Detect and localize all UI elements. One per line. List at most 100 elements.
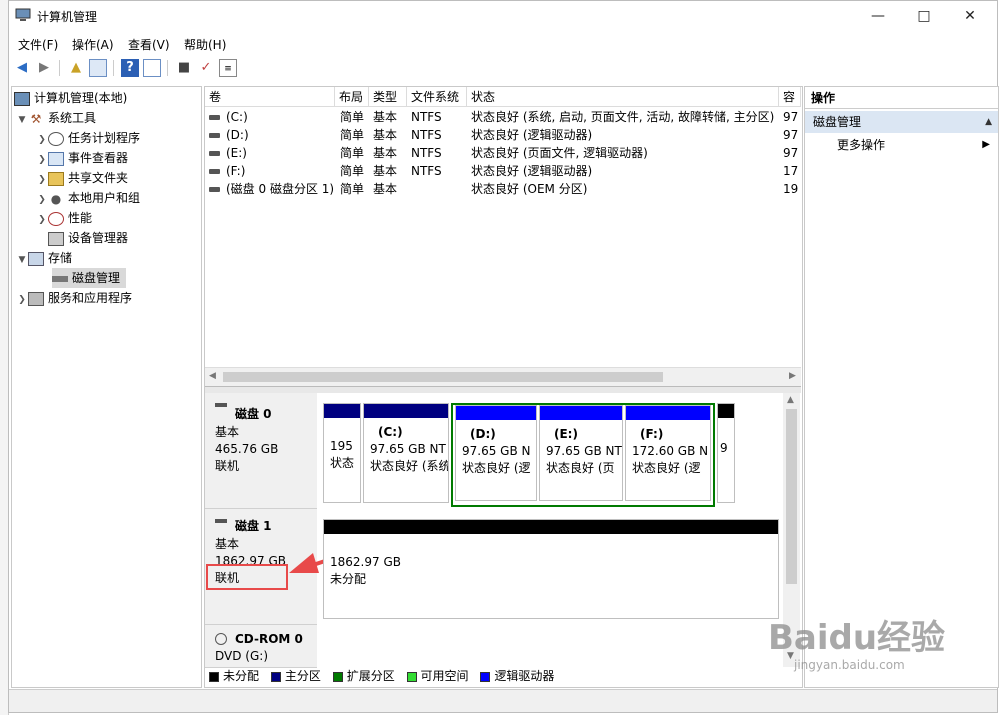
actions-pane: 操作 磁盘管理 ▲ 更多操作 ▶ bbox=[804, 86, 999, 688]
tree-label: 任务计划程序 bbox=[68, 131, 141, 145]
cell-capacity: 97 bbox=[783, 128, 799, 142]
cell-status: 状态良好 (逻辑驱动器) bbox=[471, 164, 593, 178]
tree-label: 设备管理器 bbox=[68, 231, 129, 245]
forward-icon[interactable]: ▶ bbox=[35, 59, 53, 77]
title-bar[interactable]: 计算机管理 — □ ✕ bbox=[9, 1, 997, 31]
tree-item-system-tools[interactable]: ▼ ⚒ 系统工具 bbox=[16, 108, 96, 128]
more-actions-item[interactable]: 更多操作 ▶ bbox=[805, 135, 998, 155]
tree-item-performance[interactable]: ❯ 性能 bbox=[36, 208, 92, 228]
column-header-type[interactable]: 类型 bbox=[369, 87, 407, 107]
chevron-right-icon[interactable]: ❯ bbox=[36, 130, 48, 150]
unallocated-bar bbox=[718, 404, 734, 418]
table-row[interactable]: (磁盘 0 磁盘分区 1) 简单 基本 状态良好 (OEM 分区) 19 bbox=[205, 180, 801, 198]
drive-icon bbox=[209, 169, 220, 174]
cdrom-label[interactable]: CD-ROM 0 DVD (G:) bbox=[205, 625, 317, 668]
chevron-right-icon[interactable]: ❯ bbox=[36, 150, 48, 170]
disk-icon bbox=[215, 519, 227, 523]
action-pane-icon[interactable] bbox=[143, 59, 161, 77]
column-header-volume[interactable]: 卷 bbox=[205, 87, 335, 107]
scroll-right-icon[interactable]: ▶ bbox=[789, 371, 796, 381]
column-header-capacity[interactable]: 容 bbox=[779, 87, 801, 107]
scroll-left-icon[interactable]: ◀ bbox=[209, 371, 216, 381]
chevron-right-icon[interactable]: ❯ bbox=[16, 290, 28, 310]
partition-size: 97.65 GB N bbox=[462, 444, 531, 458]
console-tree: 计算机管理(本地) ▼ ⚒ 系统工具 ❯ 任务计划程序 ❯ 事件查看器 ❯ 共享文件夹 ❯… bbox=[11, 86, 202, 688]
table-row[interactable]: (F:) 简单 基本 NTFS 状态良好 (逻辑驱动器) 17 bbox=[205, 162, 801, 180]
minimize-button[interactable]: — bbox=[855, 1, 901, 31]
partition-d[interactable]: (D:) 97.65 GB N 状态良好 (逻 bbox=[455, 405, 537, 501]
tree-item-services-apps[interactable]: ❯ 服务和应用程序 bbox=[16, 288, 132, 308]
tree-item-shared-folders[interactable]: ❯ 共享文件夹 bbox=[36, 168, 128, 188]
partition-e[interactable]: (E:) 97.65 GB NT 状态良好 (页 bbox=[539, 405, 623, 501]
partition-recovery[interactable]: 9 bbox=[717, 403, 735, 503]
help-icon[interactable]: ? bbox=[121, 59, 139, 77]
tree-item-storage[interactable]: ▼ 存储 bbox=[16, 248, 72, 268]
partition-unallocated[interactable]: 1862.97 GB 未分配 bbox=[323, 519, 779, 619]
window-title: 计算机管理 bbox=[37, 10, 98, 24]
volume-list-hscrollbar[interactable]: ◀ ▶ bbox=[205, 367, 801, 386]
chevron-right-icon[interactable]: ❯ bbox=[36, 190, 48, 210]
tree-label: 磁盘管理 bbox=[72, 271, 121, 285]
table-row[interactable]: (C:) 简单 基本 NTFS 状态良好 (系统, 启动, 页面文件, 活动, … bbox=[205, 108, 801, 126]
chevron-down-icon[interactable]: ▼ bbox=[16, 250, 28, 270]
tree-item-task-scheduler[interactable]: ❯ 任务计划程序 bbox=[36, 128, 140, 148]
table-row[interactable]: (D:) 简单 基本 NTFS 状态良好 (逻辑驱动器) 97 bbox=[205, 126, 801, 144]
drive-icon bbox=[209, 133, 220, 138]
cell-status: 状态良好 (系统, 启动, 页面文件, 活动, 故障转储, 主分区) bbox=[471, 110, 775, 124]
back-icon[interactable]: ◀ bbox=[13, 59, 31, 77]
tree-item-event-viewer[interactable]: ❯ 事件查看器 bbox=[36, 148, 128, 168]
tree-label: 计算机管理(本地) bbox=[34, 91, 128, 105]
close-button[interactable]: ✕ bbox=[947, 1, 993, 31]
chevron-down-icon[interactable]: ▼ bbox=[16, 110, 28, 130]
partition-size: 9 bbox=[720, 441, 728, 455]
cell-filesystem: NTFS bbox=[411, 146, 442, 160]
properties-icon[interactable]: ≡ bbox=[219, 59, 237, 77]
event-viewer-icon bbox=[48, 151, 64, 166]
connect-icon[interactable]: ■ bbox=[175, 59, 193, 77]
column-header-filesystem[interactable]: 文件系统 bbox=[407, 87, 467, 107]
partition-c[interactable]: (C:) 97.65 GB NT 状态良好 (系统 bbox=[363, 403, 449, 503]
checklist-icon[interactable]: ✓ bbox=[197, 59, 215, 77]
table-row[interactable]: (E:) 简单 基本 NTFS 状态良好 (页面文件, 逻辑驱动器) 97 bbox=[205, 144, 801, 162]
disk-state: 联机 bbox=[215, 459, 240, 473]
maximize-button[interactable]: □ bbox=[901, 1, 947, 31]
scrollbar-thumb[interactable] bbox=[223, 372, 663, 382]
disk-name: CD-ROM 0 bbox=[235, 632, 303, 646]
cell-type: 基本 bbox=[373, 182, 398, 196]
show-hide-tree-icon[interactable] bbox=[89, 59, 107, 77]
scroll-up-icon[interactable]: ▲ bbox=[787, 395, 794, 405]
tree-label: 本地用户和组 bbox=[68, 191, 141, 205]
cell-capacity: 17 bbox=[783, 164, 799, 178]
cell-capacity: 97 bbox=[783, 110, 799, 124]
menu-file[interactable]: 文件(F) bbox=[18, 36, 58, 53]
logical-drive-bar bbox=[540, 406, 622, 420]
partition-f[interactable]: (F:) 172.60 GB N 状态良好 (逻 bbox=[625, 405, 711, 501]
tree-item-root[interactable]: 计算机管理(本地) bbox=[14, 88, 127, 108]
disk0-label[interactable]: 磁盘 0 基本 465.76 GB 联机 bbox=[205, 393, 317, 509]
tree-item-local-users[interactable]: ❯ ● 本地用户和组 bbox=[36, 188, 140, 208]
partition-oem[interactable]: 195 状态 bbox=[323, 403, 361, 503]
chevron-right-icon[interactable]: ❯ bbox=[36, 210, 48, 230]
legend-item: 可用空间 bbox=[406, 669, 469, 683]
disk-type: 基本 bbox=[215, 537, 240, 551]
legend: 未分配 主分区 扩展分区 可用空间 逻辑驱动器 bbox=[209, 667, 783, 685]
up-folder-icon[interactable]: ▲ bbox=[67, 59, 85, 77]
menu-view[interactable]: 查看(V) bbox=[128, 36, 170, 53]
computer-icon bbox=[14, 91, 30, 106]
scrollbar-thumb[interactable] bbox=[786, 409, 797, 584]
collapse-icon[interactable]: ▲ bbox=[985, 111, 992, 133]
more-actions-label: 更多操作 bbox=[837, 138, 886, 152]
chevron-right-icon[interactable]: ❯ bbox=[36, 170, 48, 190]
tree-item-device-manager[interactable]: 设备管理器 bbox=[36, 228, 128, 248]
actions-section-disk-management[interactable]: 磁盘管理 ▲ bbox=[805, 111, 998, 133]
column-header-layout[interactable]: 布局 bbox=[335, 87, 369, 107]
menu-action[interactable]: 操作(A) bbox=[72, 36, 114, 53]
tree-item-disk-management[interactable]: 磁盘管理 bbox=[52, 268, 127, 288]
scroll-down-icon[interactable]: ▼ bbox=[787, 651, 794, 661]
column-header-status[interactable]: 状态 bbox=[467, 87, 779, 107]
disk-view-vscrollbar[interactable]: ▲ ▼ bbox=[783, 393, 800, 667]
partition-status: 状态良好 (页 bbox=[546, 461, 615, 475]
menu-help[interactable]: 帮助(H) bbox=[184, 36, 226, 53]
disk-graphical-view: 磁盘 0 基本 465.76 GB 联机 195 状态 (C:) 97.65 GB … bbox=[205, 393, 801, 687]
partition-label: (C:) bbox=[378, 425, 403, 439]
